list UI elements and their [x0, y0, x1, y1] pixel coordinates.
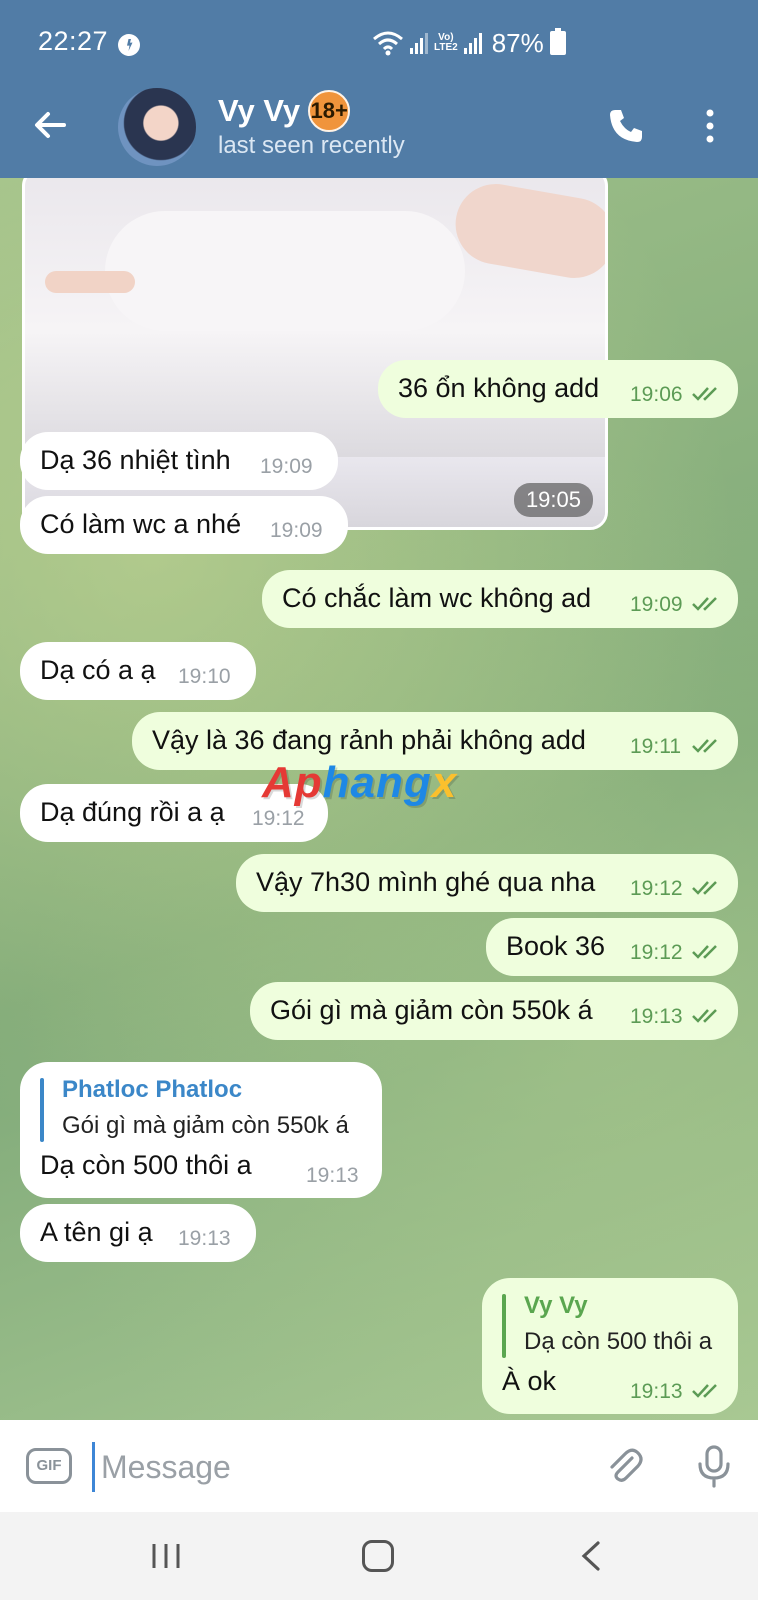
last-seen-status: last seen recently: [218, 132, 405, 159]
back-arrow-icon[interactable]: [30, 105, 70, 145]
messenger-icon: [118, 34, 140, 56]
reply-quote: Dạ còn 500 thôi a: [524, 1328, 713, 1355]
status-time: 22:27: [38, 26, 109, 56]
message-time: 19:10: [178, 665, 231, 688]
chat-area[interactable]: 19:05 36 ổn không add 19:06 Dạ 36 nhiệt …: [0, 178, 758, 1420]
message-time: 19:13: [630, 1380, 683, 1403]
gif-button[interactable]: GIF: [26, 1448, 72, 1484]
status-bar: 22:27 Vo) LTE2 87%: [0, 0, 758, 82]
message-time: 19:13: [178, 1227, 231, 1250]
message-time: 19:12: [630, 941, 683, 964]
message-text: A tên gi ạ: [40, 1217, 153, 1247]
avatar[interactable]: [118, 88, 196, 166]
reply-author: Vy Vy: [524, 1292, 588, 1319]
message-in-reply[interactable]: Phatloc Phatloc Gói gì mà giảm còn 550k …: [20, 1062, 382, 1198]
photo-figure: [105, 211, 465, 331]
nav-back-icon[interactable]: [576, 1540, 606, 1572]
message-text: Book 36: [506, 931, 606, 961]
volte-icon: Vo) LTE2: [434, 32, 458, 53]
battery-percent: 87%: [491, 27, 544, 58]
message-time: 19:12: [630, 877, 683, 900]
battery-icon: [549, 28, 566, 55]
photo-figure-arm: [45, 271, 135, 293]
more-vertical-icon[interactable]: [700, 106, 720, 146]
message-out-reply[interactable]: Vy Vy Dạ còn 500 thôi a À ok 19:13: [482, 1278, 738, 1414]
double-check-icon: [692, 945, 717, 959]
message-time: 19:09: [630, 593, 683, 616]
double-check-icon: [692, 881, 717, 895]
message-time: 19:13: [630, 1005, 683, 1028]
status-icons: Vo) LTE2 87%: [372, 28, 566, 58]
watermark-logo: Aphangx: [262, 758, 458, 807]
message-composer: GIF: [0, 1420, 758, 1512]
wifi-icon: [373, 31, 403, 56]
message-text: Gói gì mà giảm còn 550k á: [270, 995, 593, 1025]
message-text: À ok: [502, 1366, 557, 1396]
message-text: Có làm wc a nhé: [40, 509, 242, 539]
message-time: 19:13: [306, 1164, 359, 1187]
reply-quote: Gói gì mà giảm còn 550k á: [62, 1112, 349, 1139]
reply-accent-bar: [502, 1294, 506, 1358]
signal-icon: [410, 32, 428, 54]
message-text: Có chắc làm wc không ad: [282, 583, 592, 613]
message-text: Vậy 7h30 mình ghé qua nha: [256, 867, 596, 897]
double-check-icon: [692, 1384, 717, 1398]
message-time: 19:06: [630, 383, 683, 406]
message-time: 19:09: [260, 455, 313, 478]
microphone-icon[interactable]: [694, 1444, 734, 1488]
signal-icon-2: [463, 32, 482, 54]
message-out[interactable]: Vậy 7h30 mình ghé qua nha 19:12: [236, 854, 738, 912]
double-check-icon: [692, 387, 717, 401]
message-time: 19:12: [252, 807, 305, 830]
message-in[interactable]: A tên gi ạ 19:13: [20, 1204, 256, 1262]
message-time: 19:09: [270, 519, 323, 542]
age-badge: 18+: [308, 90, 351, 132]
paperclip-icon[interactable]: [604, 1446, 644, 1486]
message-out[interactable]: 36 ổn không add 19:06: [378, 360, 738, 418]
top-bar: 22:27 Vo) LTE2 87% Vy Vy 18+ last seen r…: [0, 0, 758, 178]
double-check-icon: [692, 739, 717, 753]
phone-icon[interactable]: [606, 106, 646, 146]
photo-figure-leg: [449, 178, 605, 285]
message-text: Dạ 36 nhiệt tình: [40, 445, 231, 475]
message-text: 36 ổn không add: [398, 373, 600, 403]
system-nav-bar: [0, 1512, 758, 1600]
double-check-icon: [692, 597, 717, 611]
message-in[interactable]: Dạ có a ạ 19:10: [20, 642, 256, 700]
message-text: Dạ còn 500 thôi a: [40, 1150, 252, 1180]
message-out[interactable]: Có chắc làm wc không ad 19:09: [262, 570, 738, 628]
chat-title[interactable]: Vy Vy 18+: [218, 90, 351, 132]
double-check-icon: [692, 1009, 717, 1023]
message-time: 19:11: [630, 735, 681, 758]
reply-author: Phatloc Phatloc: [62, 1076, 243, 1103]
message-text: Dạ đúng rồi a ạ: [40, 797, 225, 827]
message-in[interactable]: Có làm wc a nhé 19:09: [20, 496, 348, 554]
message-text: Vậy là 36 đang rảnh phải không add: [152, 725, 586, 755]
message-out[interactable]: Gói gì mà giảm còn 550k á 19:13: [250, 982, 738, 1040]
message-in[interactable]: Dạ 36 nhiệt tình 19:09: [20, 432, 338, 490]
chat-name: Vy Vy: [218, 93, 301, 128]
home-icon[interactable]: [362, 1540, 394, 1572]
recents-icon[interactable]: [150, 1542, 182, 1570]
message-input[interactable]: [92, 1442, 581, 1492]
message-out[interactable]: Book 36 19:12: [486, 918, 738, 976]
photo-time: 19:05: [513, 483, 593, 517]
message-text: Dạ có a ạ: [40, 655, 156, 685]
reply-accent-bar: [40, 1078, 44, 1142]
